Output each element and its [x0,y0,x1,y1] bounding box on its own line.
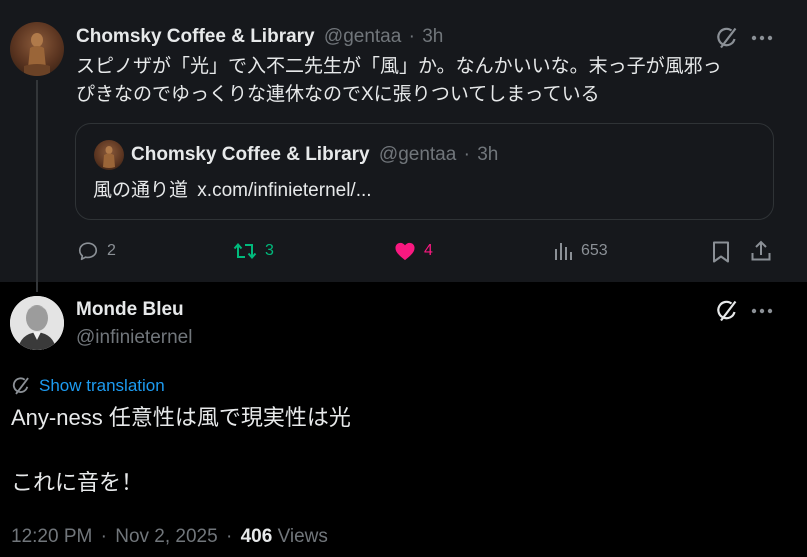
repost-icon [233,242,257,260]
views-total: 406 [240,526,273,547]
parent-tweet-text-line2: ぴきなのでゆっくりな連休なのでXに張りついてしまっている [76,84,600,105]
translate-icon [12,377,29,395]
repost-button[interactable]: 3 [233,240,274,262]
more-icon [751,308,773,314]
quoted-author-name: Chomsky Coffee & Library [131,144,370,165]
main-grok-button[interactable] [712,297,742,325]
grok-icon [717,300,737,322]
share-icon [751,240,771,261]
heart-icon [395,242,415,261]
thread-connector-line [36,80,38,292]
like-button[interactable]: 4 [394,240,433,262]
bookmark-icon [713,241,729,263]
parent-tweet[interactable]: Chomsky Coffee & Library @gentaa · 3h スピ… [0,0,807,292]
views-label: Views [277,526,328,547]
main-author-name[interactable]: Monde Bleu [76,298,192,322]
show-translation-button[interactable]: Show translation [11,375,165,397]
quoted-tweet-card[interactable]: Chomsky Coffee & Library @gentaa · 3h 風の… [75,123,774,220]
like-count: 4 [424,242,433,259]
parent-author-handle[interactable]: @gentaa [324,26,401,47]
parent-author-avatar[interactable] [10,22,64,76]
tweet-time[interactable]: 12:20 PM [11,526,92,547]
statue-image [24,33,50,76]
parent-grok-button[interactable] [712,24,742,52]
parent-author-name[interactable]: Chomsky Coffee & Library [76,26,315,47]
quoted-timestamp: 3h [477,144,499,165]
repost-count: 3 [265,242,274,259]
views-count: 653 [581,242,608,259]
bookmark-button[interactable] [708,239,734,265]
quoted-text: 風の通り道 [93,180,189,201]
main-author-handle[interactable]: @infinieternel [76,326,192,350]
reply-button[interactable]: 2 [77,240,116,262]
more-icon [751,35,773,41]
footer-separator: · [100,526,107,547]
reply-count: 2 [107,242,116,259]
tweet-date[interactable]: Nov 2, 2025 [115,526,217,547]
header-separator: · [408,26,415,47]
views-icon [555,243,572,260]
parent-tweet-text-line1: スピノザが「光」で入不二先生が「風」か。なんかいいな。末っ子が風邪っ [76,56,722,77]
tweet-metadata: 12:20 PM · Nov 2, 2025 · 406 Views [11,525,328,549]
quoted-author-handle: @gentaa [378,144,457,165]
show-translation-label[interactable]: Show translation [39,375,165,397]
quoted-link[interactable]: x.com/infinieternel/... [197,180,371,201]
main-tweet-text-line1: Any-ness 任意性は風で現実性は光 [11,405,351,430]
parent-more-button[interactable] [748,24,776,52]
share-button[interactable] [748,238,774,264]
main-more-button[interactable] [748,297,776,325]
statue-image [103,146,115,168]
views-button[interactable]: 653 [553,240,608,262]
footer-separator: · [225,526,233,547]
grok-icon [717,27,737,49]
portrait-image [10,296,64,350]
quoted-author-avatar [94,140,124,170]
main-author-avatar[interactable] [10,296,64,350]
parent-timestamp[interactable]: 3h [422,26,443,47]
reply-icon [78,242,98,261]
main-tweet-text-line2: これに音を！ [11,470,144,495]
quoted-separator: · [463,144,470,165]
